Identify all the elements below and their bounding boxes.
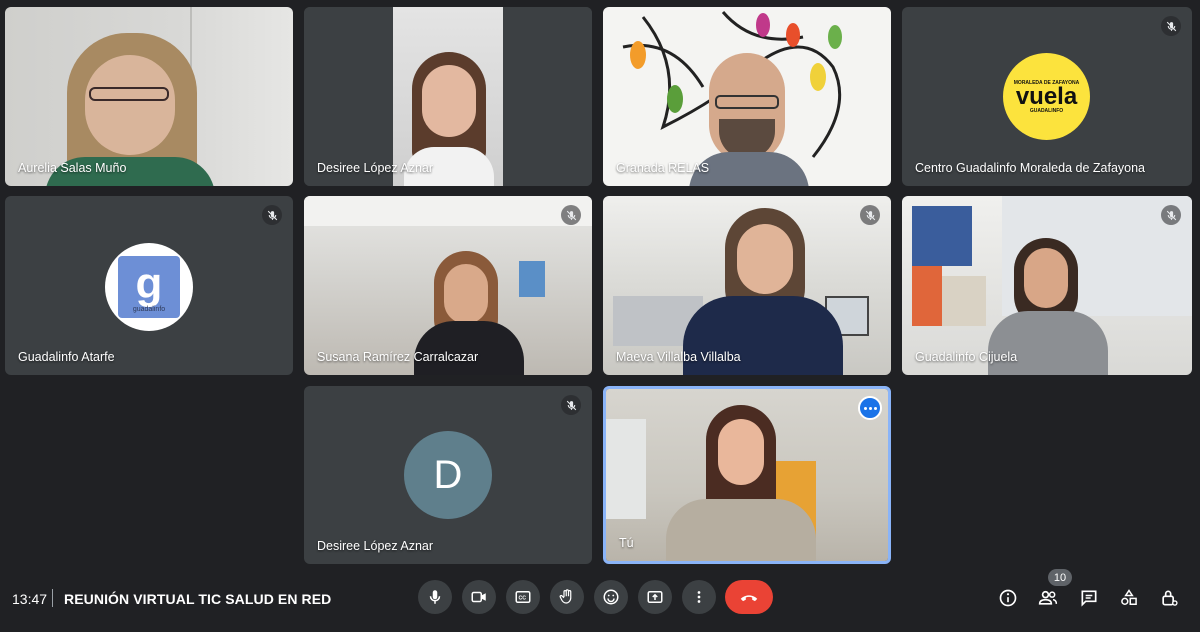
video-feed (304, 7, 592, 186)
participant-tile[interactable]: D Desiree López Aznar (304, 386, 592, 564)
logo-text: g (135, 258, 163, 308)
camera-icon (471, 591, 486, 603)
more-options-icon (697, 591, 701, 603)
hang-up-icon (740, 595, 758, 602)
participant-tile[interactable]: MORALEDA DE ZAFAYONA vuela GUADALINFO Ce… (902, 7, 1192, 186)
info-icon (999, 589, 1017, 607)
chat-icon (1081, 590, 1097, 607)
clock: 13:47 (12, 591, 48, 607)
people-icon (1038, 590, 1058, 605)
present-icon (647, 591, 663, 603)
participant-name: Guadalinfo Atarfe (18, 350, 115, 364)
divider (52, 589, 53, 607)
activities-button[interactable] (1118, 587, 1140, 609)
emoji-icon (603, 589, 619, 605)
organization-logo: MORALEDA DE ZAFAYONA vuela GUADALINFO (1003, 53, 1090, 140)
bottom-bar: 13:47 REUNIÓN VIRTUAL TIC SALUD EN RED C… (0, 570, 1200, 632)
svg-text:CC: CC (519, 595, 527, 601)
participant-name: Granada RELAS (616, 161, 710, 175)
video-feed (902, 196, 1192, 375)
info-button[interactable] (997, 587, 1019, 609)
host-controls-icon (1162, 590, 1178, 606)
video-feed (603, 7, 891, 186)
logo-bottom-text: GUADALINFO (1029, 107, 1064, 114)
hang-up-button[interactable] (725, 580, 773, 614)
raise-hand-icon (559, 589, 572, 604)
participant-name: Desiree López Aznar (317, 539, 434, 553)
participant-name: Aurelia Salas Muño (18, 161, 127, 175)
activities-icon (1121, 589, 1137, 605)
avatar-initial: D (433, 452, 463, 497)
mic-off-icon (561, 395, 581, 415)
people-button[interactable] (1037, 587, 1059, 609)
more-options-button[interactable] (682, 580, 716, 614)
emoji-button[interactable] (594, 580, 628, 614)
captions-icon: CC (515, 591, 531, 603)
camera-button[interactable] (462, 580, 496, 614)
participant-tile[interactable]: Maeva Villalba Villalba (603, 196, 891, 375)
participant-tile[interactable]: Susana Ramírez Carralcazar (304, 196, 592, 375)
participant-name: Desiree López Aznar (317, 161, 434, 175)
video-feed (603, 196, 891, 375)
participant-tile[interactable]: Aurelia Salas Muño (5, 7, 293, 186)
participant-tile[interactable]: Desiree López Aznar (304, 7, 592, 186)
participant-tile[interactable]: Guadalinfo Cijuela (902, 196, 1192, 375)
mic-off-icon (561, 205, 581, 225)
mic-icon (429, 590, 441, 604)
participant-count-badge: 10 (1048, 569, 1072, 586)
video-feed (5, 7, 293, 186)
mic-off-icon (262, 205, 282, 225)
captions-button[interactable]: CC (506, 580, 540, 614)
meeting-title: REUNIÓN VIRTUAL TIC SALUD EN RED (64, 591, 332, 607)
participant-name: Centro Guadalinfo Moraleda de Zafayona (915, 161, 1146, 175)
mic-off-icon (860, 205, 880, 225)
video-feed (304, 196, 592, 375)
avatar: D (404, 431, 492, 519)
host-controls-button[interactable] (1158, 587, 1180, 609)
self-tile[interactable]: Tú (603, 386, 891, 564)
participant-name: Tú (619, 536, 634, 550)
logo-sub-text: guadalinfo (132, 305, 166, 313)
participant-name: Maeva Villalba Villalba (616, 350, 741, 364)
mic-off-icon (1161, 205, 1181, 225)
raise-hand-button[interactable] (550, 580, 584, 614)
participant-tile[interactable]: g guadalinfo Guadalinfo Atarfe (5, 196, 293, 375)
mic-off-icon (1161, 16, 1181, 36)
participant-name: Susana Ramírez Carralcazar (317, 350, 479, 364)
chat-button[interactable] (1078, 587, 1100, 609)
participant-tile[interactable]: Granada RELAS (603, 7, 891, 186)
more-options-button[interactable] (858, 396, 882, 420)
video-feed (606, 389, 888, 561)
present-button[interactable] (638, 580, 672, 614)
mic-button[interactable] (418, 580, 452, 614)
logo-text: vuela (1015, 82, 1078, 110)
organization-logo: g guadalinfo (105, 243, 193, 331)
participant-name: Guadalinfo Cijuela (915, 350, 1018, 364)
